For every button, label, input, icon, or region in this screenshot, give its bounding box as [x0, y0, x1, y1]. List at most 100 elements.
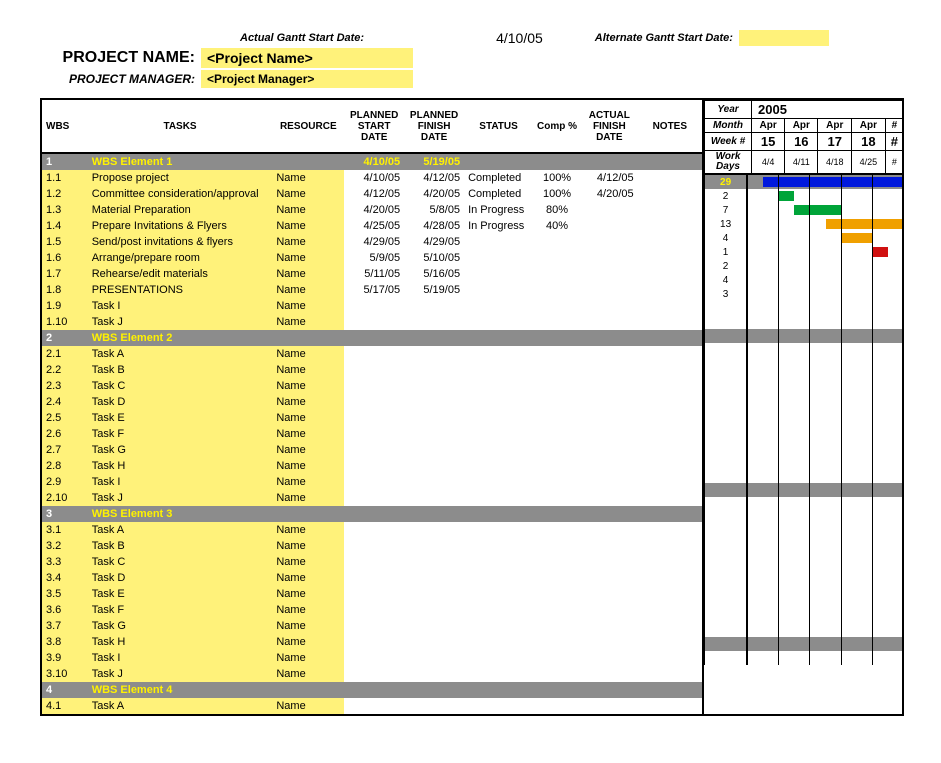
- cell-workdays[interactable]: 3: [705, 287, 748, 301]
- cell-comp[interactable]: [533, 314, 581, 330]
- cell-task[interactable]: Task J: [88, 666, 273, 682]
- cell-resource[interactable]: Name: [272, 298, 344, 314]
- group-row[interactable]: 1WBS Element 14/10/055/19/05: [42, 153, 702, 170]
- cell-status[interactable]: [464, 506, 533, 522]
- gantt-cell[interactable]: [841, 413, 872, 427]
- gantt-cell[interactable]: [841, 595, 872, 609]
- table-row[interactable]: 1.9Task IName: [42, 298, 702, 314]
- cell-status[interactable]: [464, 266, 533, 282]
- gantt-cell[interactable]: [779, 469, 810, 483]
- gantt-cell[interactable]: [810, 651, 841, 665]
- cell-task[interactable]: WBS Element 2: [88, 330, 273, 346]
- cell-task[interactable]: Task B: [88, 538, 273, 554]
- cell-wbs[interactable]: 2.10: [42, 490, 88, 506]
- cell-comp[interactable]: [533, 282, 581, 298]
- cell-comp[interactable]: [533, 570, 581, 586]
- gantt-cell[interactable]: [747, 329, 779, 343]
- cell-wbs[interactable]: 2.9: [42, 474, 88, 490]
- gantt-cell[interactable]: [841, 175, 872, 189]
- cell-task[interactable]: Task C: [88, 554, 273, 570]
- cell-status[interactable]: [464, 346, 533, 362]
- gantt-cell[interactable]: [841, 231, 872, 245]
- cell-actual[interactable]: 4/12/05: [581, 170, 638, 186]
- gantt-cell[interactable]: [841, 651, 872, 665]
- cell-finish[interactable]: 5/8/05: [404, 202, 464, 218]
- gantt-row[interactable]: [705, 567, 904, 581]
- table-row[interactable]: 2.7Task GName: [42, 442, 702, 458]
- cell-actual[interactable]: [581, 586, 638, 602]
- cell-finish[interactable]: [404, 378, 464, 394]
- table-row[interactable]: 3.2Task BName: [42, 538, 702, 554]
- cell-finish[interactable]: [404, 554, 464, 570]
- table-row[interactable]: 3.3Task CName: [42, 554, 702, 570]
- cell-wbs[interactable]: 3.3: [42, 554, 88, 570]
- gantt-cell[interactable]: [841, 469, 872, 483]
- cell-finish[interactable]: 5/19/05: [404, 282, 464, 298]
- cell-resource[interactable]: Name: [272, 426, 344, 442]
- cell-wbs[interactable]: 3.2: [42, 538, 88, 554]
- cell-start[interactable]: [344, 682, 404, 698]
- gantt-cell[interactable]: [841, 511, 872, 525]
- cell-actual[interactable]: [581, 282, 638, 298]
- cell-comp[interactable]: [533, 698, 581, 714]
- gantt-cell[interactable]: [841, 623, 872, 637]
- gantt-cell[interactable]: [810, 539, 841, 553]
- cell-start[interactable]: 4/10/05: [344, 153, 404, 170]
- gantt-cell[interactable]: [779, 497, 810, 511]
- cell-workdays[interactable]: 1: [705, 245, 748, 259]
- cell-notes[interactable]: [638, 506, 702, 522]
- cell-start[interactable]: 5/9/05: [344, 250, 404, 266]
- gantt-cell[interactable]: [779, 539, 810, 553]
- gantt-cell[interactable]: [779, 413, 810, 427]
- gantt-cell[interactable]: [779, 399, 810, 413]
- cell-actual[interactable]: [581, 618, 638, 634]
- cell-start[interactable]: [344, 298, 404, 314]
- cell-workdays[interactable]: [705, 329, 748, 343]
- cell-finish[interactable]: 4/12/05: [404, 170, 464, 186]
- table-row[interactable]: 2.4Task DName: [42, 394, 702, 410]
- cell-actual[interactable]: [581, 682, 638, 698]
- cell-status[interactable]: [464, 394, 533, 410]
- gantt-row[interactable]: [705, 469, 904, 483]
- cell-finish[interactable]: [404, 538, 464, 554]
- gantt-row[interactable]: 7: [705, 203, 904, 217]
- gantt-cell[interactable]: [872, 189, 903, 203]
- cell-notes[interactable]: [638, 153, 702, 170]
- gantt-row[interactable]: 4: [705, 273, 904, 287]
- cell-resource[interactable]: Name: [272, 378, 344, 394]
- cell-actual[interactable]: [581, 234, 638, 250]
- gantt-row[interactable]: [705, 301, 904, 315]
- cell-status[interactable]: [464, 490, 533, 506]
- table-row[interactable]: 3.5Task EName: [42, 586, 702, 602]
- gantt-cell[interactable]: [747, 315, 779, 329]
- cell-comp[interactable]: [533, 650, 581, 666]
- cell-workdays[interactable]: [705, 609, 748, 623]
- gantt-cell[interactable]: [872, 441, 903, 455]
- cell-wbs[interactable]: 1.9: [42, 298, 88, 314]
- cell-wbs[interactable]: 3.8: [42, 634, 88, 650]
- cell-resource[interactable]: Name: [272, 202, 344, 218]
- cell-notes[interactable]: [638, 282, 702, 298]
- cell-start[interactable]: 4/20/05: [344, 202, 404, 218]
- cell-workdays[interactable]: [705, 315, 748, 329]
- cell-workdays[interactable]: [705, 511, 748, 525]
- gantt-cell[interactable]: [872, 357, 903, 371]
- cell-actual[interactable]: [581, 426, 638, 442]
- cell-comp[interactable]: [533, 618, 581, 634]
- cell-actual[interactable]: [581, 666, 638, 682]
- cell-actual[interactable]: [581, 442, 638, 458]
- cell-resource[interactable]: Name: [272, 282, 344, 298]
- cell-start[interactable]: [344, 698, 404, 714]
- table-row[interactable]: 3.10Task JName: [42, 666, 702, 682]
- gantt-row[interactable]: [705, 651, 904, 665]
- cell-start[interactable]: 4/25/05: [344, 218, 404, 234]
- cell-comp[interactable]: 100%: [533, 186, 581, 202]
- gantt-cell[interactable]: [872, 371, 903, 385]
- table-row[interactable]: 2.2Task BName: [42, 362, 702, 378]
- cell-resource[interactable]: [272, 153, 344, 170]
- gantt-cell[interactable]: [872, 259, 903, 273]
- cell-notes[interactable]: [638, 634, 702, 650]
- gantt-cell[interactable]: [810, 399, 841, 413]
- gantt-row[interactable]: [705, 329, 904, 343]
- cell-workdays[interactable]: [705, 483, 748, 497]
